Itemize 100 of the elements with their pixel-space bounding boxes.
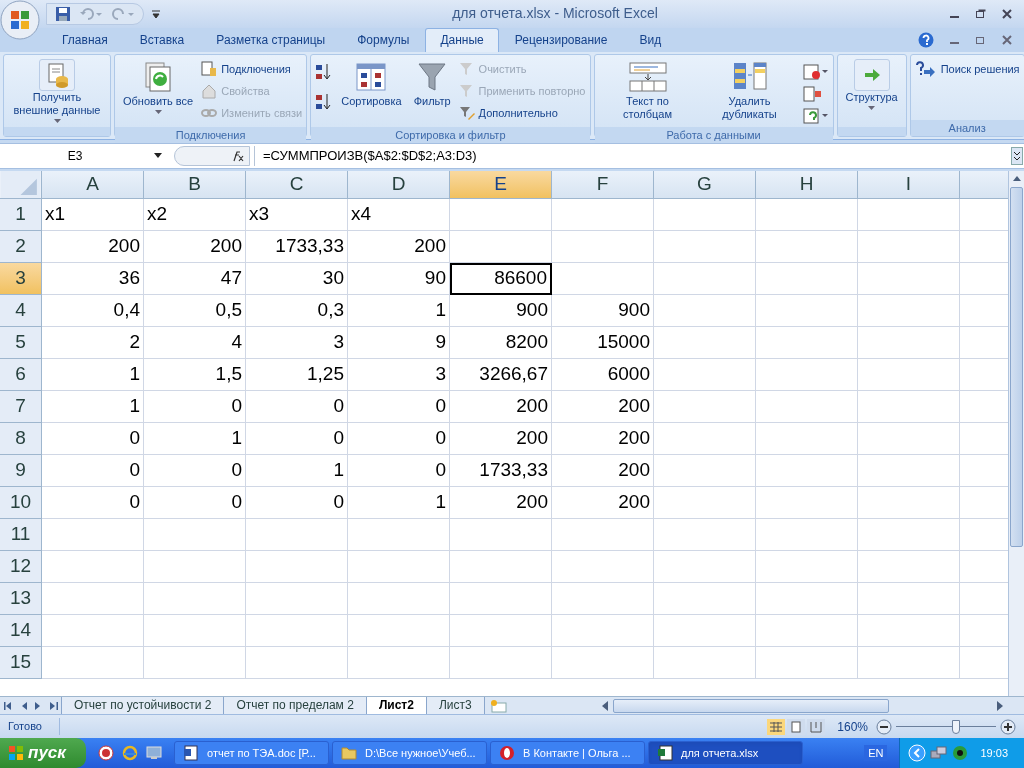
empty-cell[interactable] <box>858 422 960 455</box>
table-cell[interactable]: 9 <box>348 326 450 359</box>
column-header[interactable]: H <box>756 170 858 199</box>
table-cell[interactable]: 0,3 <box>246 294 348 327</box>
column-header[interactable]: B <box>144 170 246 199</box>
empty-cell[interactable] <box>450 550 552 583</box>
table-cell[interactable]: 0,4 <box>42 294 144 327</box>
page-break-icon[interactable] <box>807 718 826 735</box>
scroll-right-icon[interactable] <box>996 700 1004 711</box>
maximize-icon[interactable] <box>976 8 986 19</box>
table-cell[interactable]: 8200 <box>450 326 552 359</box>
empty-cell[interactable] <box>348 614 450 647</box>
taskbar-button[interactable]: В Контакте | Ольга ... <box>490 741 645 765</box>
table-cell[interactable]: 200 <box>552 454 654 487</box>
ribbon-button[interactable]: Поиск решения <box>914 59 1020 78</box>
table-cell[interactable]: 200 <box>450 422 552 455</box>
table-cell[interactable]: 15000 <box>552 326 654 359</box>
row-header[interactable]: 7 <box>0 390 42 423</box>
empty-cell[interactable] <box>450 582 552 615</box>
normal-view-icon[interactable] <box>767 718 786 735</box>
empty-cell[interactable] <box>756 262 858 295</box>
empty-cell[interactable] <box>858 454 960 487</box>
table-cell[interactable]: 0 <box>42 422 144 455</box>
row-header[interactable]: 3 <box>0 262 42 295</box>
empty-cell[interactable] <box>858 358 960 391</box>
table-cell[interactable]: 0 <box>42 486 144 519</box>
empty-cell[interactable] <box>756 422 858 455</box>
empty-cell[interactable] <box>756 390 858 423</box>
column-header[interactable]: I <box>858 170 960 199</box>
ribbon-tab[interactable]: Вставка <box>123 27 201 52</box>
table-cell[interactable]: 1 <box>348 294 450 327</box>
column-header[interactable]: G <box>654 170 756 199</box>
empty-cell[interactable] <box>858 550 960 583</box>
empty-cell[interactable] <box>144 582 246 615</box>
empty-cell[interactable] <box>858 326 960 359</box>
table-cell[interactable]: 200 <box>348 230 450 263</box>
row-header[interactable]: 14 <box>0 614 42 647</box>
empty-cell[interactable] <box>450 646 552 679</box>
empty-cell[interactable] <box>144 518 246 551</box>
empty-cell[interactable] <box>756 358 858 391</box>
dropdown-caret-icon[interactable] <box>154 153 162 159</box>
undo-icon[interactable] <box>79 5 103 22</box>
table-cell[interactable]: x1 <box>42 198 144 231</box>
row-header[interactable]: 10 <box>0 486 42 519</box>
empty-cell[interactable] <box>858 262 960 295</box>
table-cell[interactable]: 1,5 <box>144 358 246 391</box>
page-layout-icon[interactable] <box>787 718 806 735</box>
table-cell[interactable]: 3266,67 <box>450 358 552 391</box>
table-cell[interactable]: x2 <box>144 198 246 231</box>
empty-cell[interactable] <box>654 294 756 327</box>
row-header[interactable]: 6 <box>0 358 42 391</box>
row-header[interactable]: 15 <box>0 646 42 679</box>
table-cell[interactable]: 1 <box>42 390 144 423</box>
scroll-left-icon[interactable] <box>600 700 609 711</box>
empty-cell[interactable] <box>552 230 654 263</box>
help-icon[interactable] <box>918 31 934 48</box>
empty-cell[interactable] <box>654 550 756 583</box>
table-cell[interactable]: 47 <box>144 262 246 295</box>
empty-cell[interactable] <box>858 294 960 327</box>
close-icon[interactable] <box>1002 34 1012 45</box>
table-cell[interactable]: 2 <box>42 326 144 359</box>
ribbon-button[interactable]: Удалить дубликаты <box>700 58 799 127</box>
row-header[interactable]: 4 <box>0 294 42 327</box>
first-sheet-icon[interactable] <box>4 701 13 710</box>
table-cell[interactable]: 200 <box>552 422 654 455</box>
table-cell[interactable]: 30 <box>246 262 348 295</box>
zoom-in-icon[interactable] <box>1000 718 1016 735</box>
ribbon-tab[interactable]: Формулы <box>341 27 426 52</box>
empty-cell[interactable] <box>246 550 348 583</box>
empty-cell[interactable] <box>552 550 654 583</box>
column-header[interactable]: F <box>552 170 654 199</box>
table-cell[interactable]: 1 <box>42 358 144 391</box>
empty-cell[interactable] <box>654 390 756 423</box>
last-sheet-icon[interactable] <box>49 701 58 710</box>
ribbon-tab[interactable]: Вид <box>623 27 678 52</box>
empty-cell[interactable] <box>858 582 960 615</box>
table-cell[interactable]: 90 <box>348 262 450 295</box>
table-cell[interactable]: 1733,33 <box>246 230 348 263</box>
empty-cell[interactable] <box>756 486 858 519</box>
globe-icon[interactable] <box>98 745 114 761</box>
empty-cell[interactable] <box>144 550 246 583</box>
row-header[interactable]: 5 <box>0 326 42 359</box>
previous-sheet-icon[interactable] <box>20 701 27 710</box>
table-cell[interactable]: 36 <box>42 262 144 295</box>
table-cell[interactable]: 1 <box>246 454 348 487</box>
empty-cell[interactable] <box>552 614 654 647</box>
next-sheet-icon[interactable] <box>35 701 42 710</box>
table-cell[interactable]: 900 <box>450 294 552 327</box>
ribbon-button[interactable]: Сортировка <box>337 58 406 127</box>
table-cell[interactable]: 200 <box>450 390 552 423</box>
empty-cell[interactable] <box>654 486 756 519</box>
empty-cell[interactable] <box>756 582 858 615</box>
empty-cell[interactable] <box>246 582 348 615</box>
table-cell[interactable]: 200 <box>42 230 144 263</box>
zoom-slider[interactable] <box>896 718 996 735</box>
empty-cell[interactable] <box>756 326 858 359</box>
table-cell[interactable]: 0,5 <box>144 294 246 327</box>
empty-cell[interactable] <box>552 582 654 615</box>
empty-cell[interactable] <box>654 198 756 231</box>
ribbon-tab[interactable]: Данные <box>425 27 499 52</box>
